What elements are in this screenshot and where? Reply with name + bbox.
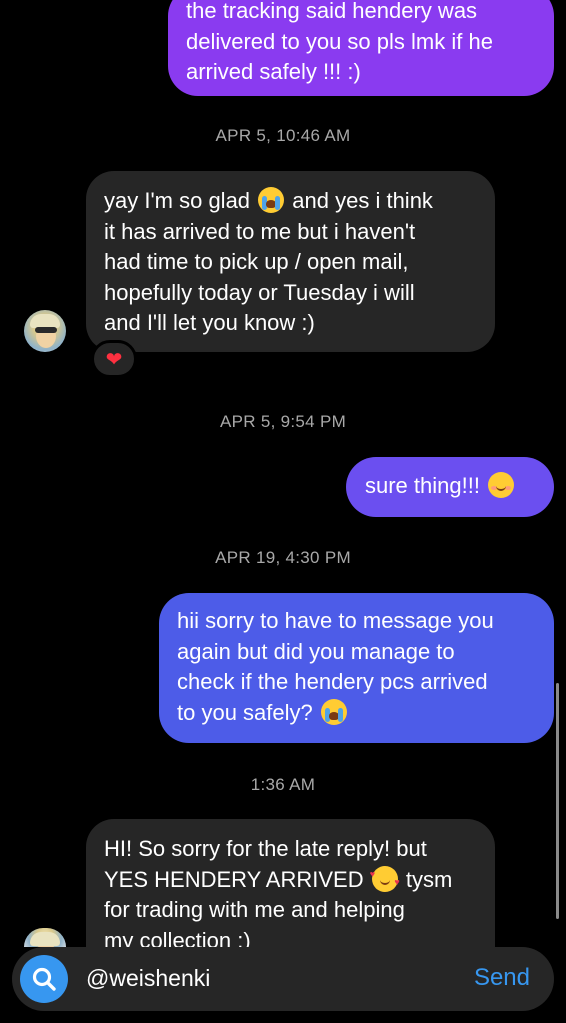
loudly-crying-face-icon: [258, 187, 285, 213]
message-text: to you safely?: [177, 698, 554, 729]
message-text: had time to pick up / open mail,: [104, 249, 409, 274]
scrollbar[interactable]: [556, 683, 559, 919]
message-text: again but did you manage to: [177, 638, 455, 664]
message-text: check if the hendery pcs arrived: [177, 669, 488, 694]
heart-reaction-icon[interactable]: ❤: [91, 340, 137, 378]
message-text: YES HENDERY ARRIVED ♥ ♥ tysm: [104, 865, 453, 892]
timestamp: 1:36 AM: [250, 775, 316, 794]
timestamp: APR 5, 10:46 AM: [215, 126, 351, 145]
message-text: HI! So sorry for the late reply! but: [104, 836, 427, 861]
smiling-face-icon: [488, 472, 515, 498]
message-text: my collection :): [104, 927, 251, 948]
message-text: arrived safely !!! :): [186, 59, 361, 84]
message-incoming[interactable]: yay I'm so glad and yes i think it has a…: [86, 171, 495, 352]
message-text: delivered to you so pls lmk if he: [186, 28, 493, 54]
message-text: and I'll let you know :): [104, 310, 315, 335]
avatar[interactable]: [24, 310, 66, 352]
message-text: it has arrived to me but i haven't: [104, 218, 416, 244]
dm-thread: the tracking said hendery was delivered …: [0, 0, 566, 1023]
message-incoming[interactable]: HI! So sorry for the late reply! but YES…: [86, 819, 495, 947]
message-text: for trading with me and helping: [104, 897, 405, 922]
search-icon[interactable]: [20, 955, 68, 1003]
message-outgoing[interactable]: hii sorry to have to message you again b…: [159, 593, 554, 743]
smiling-face-with-hearts-icon: ♥ ♥: [370, 865, 400, 892]
send-button[interactable]: Send: [474, 964, 530, 992]
message-outgoing[interactable]: the tracking said hendery was delivered …: [168, 0, 554, 96]
message-text: hii sorry to have to message you: [177, 608, 494, 633]
avatar[interactable]: [24, 928, 66, 947]
timestamp: APR 19, 4:30 PM: [215, 548, 351, 567]
timestamp: APR 5, 9:54 PM: [219, 412, 347, 431]
message-outgoing[interactable]: sure thing!!!: [346, 457, 554, 517]
message-text: sure thing!!!: [365, 471, 554, 502]
message-composer: Send: [12, 947, 554, 1011]
message-input[interactable]: [84, 964, 448, 993]
message-text: yay I'm so glad and yes i think: [104, 187, 433, 213]
message-text: the tracking said hendery was: [186, 0, 478, 23]
message-text: hopefully today or Tuesday i will: [104, 279, 415, 305]
loudly-crying-face-icon: [320, 698, 347, 725]
